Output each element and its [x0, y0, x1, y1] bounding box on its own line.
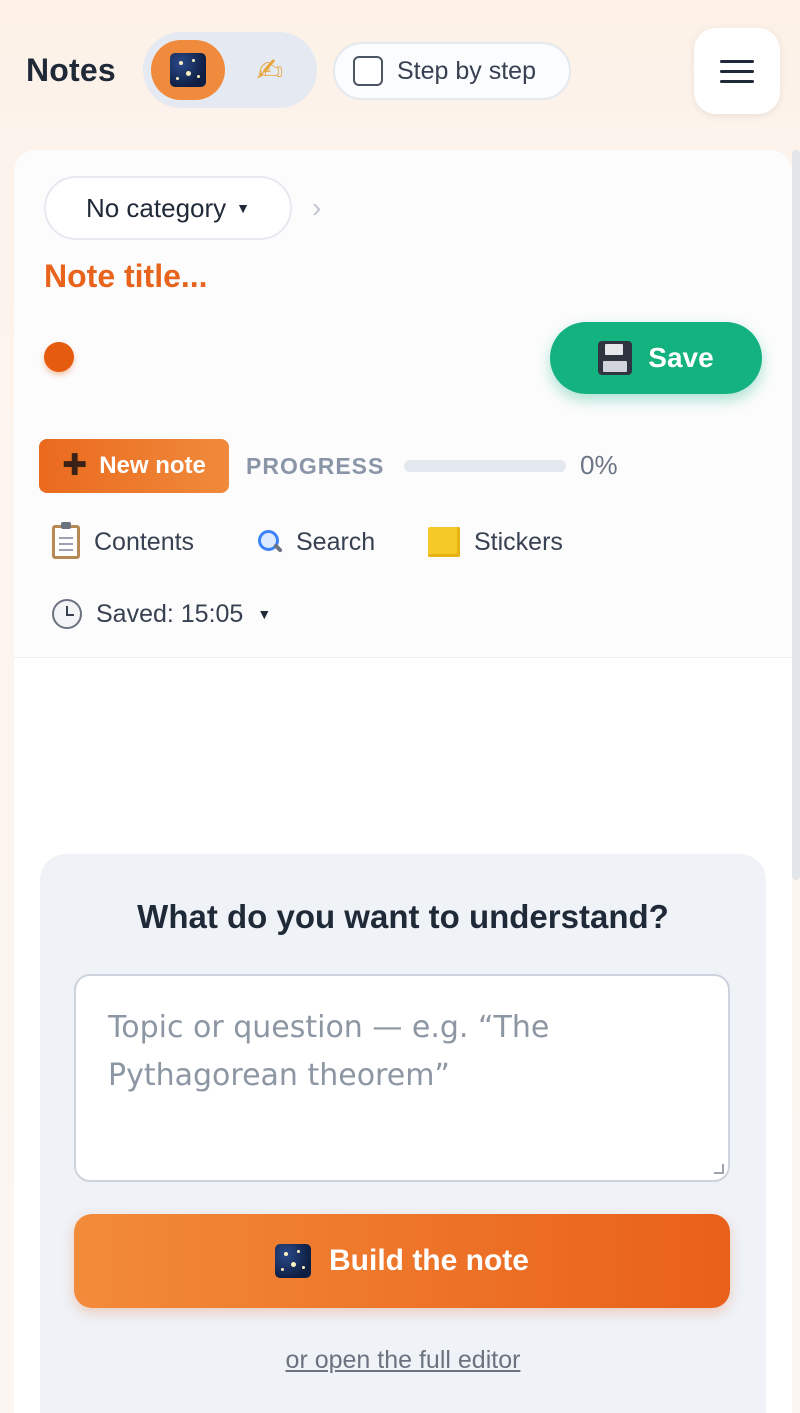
menu-button[interactable] [694, 28, 780, 114]
note-toolbar-area: No category ▼ › .note-title::placeholder… [14, 150, 792, 658]
pencil-icon: ✍ [256, 52, 284, 88]
note-title-input[interactable] [44, 258, 544, 295]
contents-label: Contents [94, 527, 195, 556]
app-title: Notes [26, 52, 116, 88]
saved-label: Saved: 15:05 [96, 599, 244, 628]
stars-icon [170, 53, 206, 87]
stars-icon [275, 1244, 311, 1278]
sticky-note-icon [428, 527, 460, 557]
save-button[interactable]: Save [550, 322, 762, 394]
app-header: Notes ✍ Step by step [0, 0, 800, 150]
category-dropdown[interactable]: No category ▼ [44, 176, 292, 240]
progress-value: 0% [580, 450, 618, 480]
hamburger-menu-icon [720, 59, 754, 63]
saved-status-dropdown[interactable]: Saved: 15:05 ▼ [52, 594, 271, 634]
prompt-panel: What do you want to understand? Build th… [40, 854, 766, 1413]
mode-ai-button[interactable] [151, 40, 225, 100]
clipboard-icon [52, 522, 80, 559]
save-label: Save [648, 342, 714, 373]
category-label: No category [85, 192, 227, 223]
mode-write-button[interactable]: ✍ [233, 40, 307, 100]
caret-down-icon: ▼ [236, 200, 251, 216]
new-note-label: New note [99, 452, 206, 479]
prompt-heading: What do you want to understand? [137, 898, 669, 935]
search-icon [256, 529, 282, 555]
page-scrollbar[interactable] [792, 150, 800, 880]
progress-label: PROGRESS [246, 453, 385, 479]
open-full-editor-link[interactable]: or open the full editor [40, 1346, 766, 1375]
search-button[interactable]: Search [256, 522, 375, 562]
floppy-disk-icon [598, 341, 633, 375]
contents-button[interactable]: Contents [52, 522, 194, 562]
status-dot [44, 342, 74, 372]
resize-handle[interactable] [714, 1164, 724, 1174]
caret-down-icon: ▼ [257, 606, 272, 622]
note-card: No category ▼ › .note-title::placeholder… [14, 150, 792, 1413]
plus-icon: ✚ [62, 449, 88, 482]
stickers-button[interactable]: Stickers [428, 522, 563, 562]
step-by-step-toggle[interactable]: Step by step [333, 42, 571, 100]
topic-input[interactable] [74, 974, 730, 1182]
clock-icon [52, 599, 82, 629]
progress-bar [404, 460, 566, 472]
build-note-label: Build the note [329, 1244, 529, 1277]
build-note-button[interactable]: Build the note [74, 1214, 730, 1308]
chevron-right-icon[interactable]: › [312, 192, 321, 224]
new-note-button[interactable]: ✚ New note [39, 439, 229, 493]
search-label: Search [296, 527, 376, 556]
stickers-label: Stickers [474, 527, 563, 556]
step-by-step-label: Step by step [397, 56, 536, 85]
step-by-step-checkbox[interactable] [353, 56, 383, 86]
mode-switch: ✍ [143, 32, 317, 108]
